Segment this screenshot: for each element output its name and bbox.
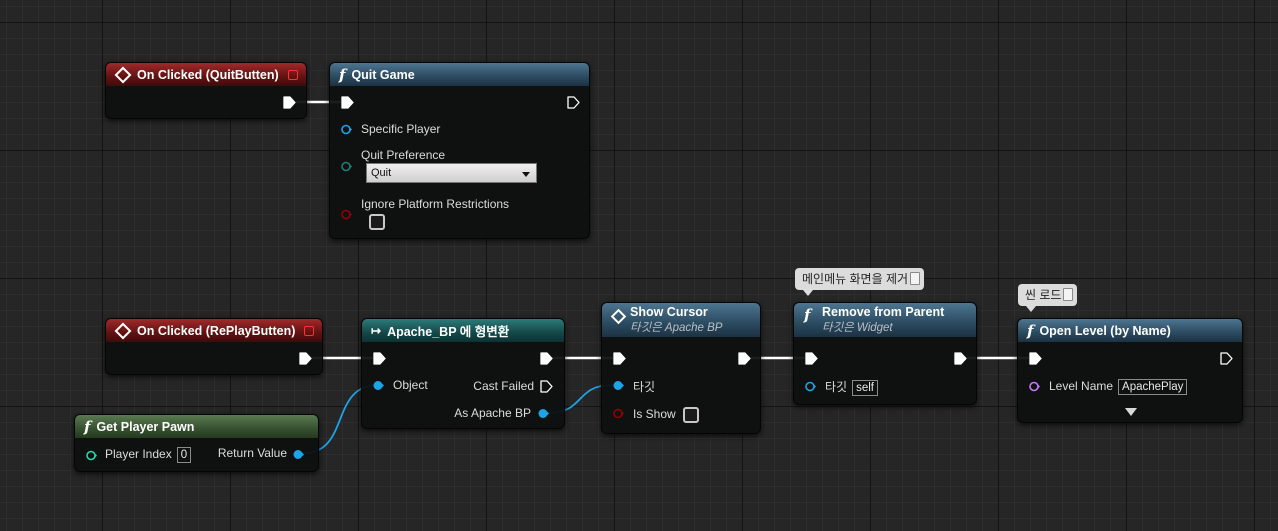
function-node-show-cursor[interactable]: Show Cursor 타깃은 Apache BP 타깃 Is Show bbox=[601, 302, 761, 434]
function-icon: f bbox=[1027, 321, 1034, 340]
node-header: Show Cursor 타깃은 Apache BP bbox=[602, 303, 760, 337]
exec-out-pin-cast-failed[interactable] bbox=[540, 380, 553, 393]
level-name-input[interactable]: ApachePlay bbox=[1118, 379, 1188, 395]
node-title: Get Player Pawn bbox=[96, 419, 195, 434]
exec-out-pin[interactable] bbox=[954, 352, 967, 365]
node-header: On Clicked (RePlayButten) bbox=[106, 319, 322, 342]
exec-out-pin[interactable] bbox=[283, 96, 296, 109]
bool-pin-ignore-platform[interactable] bbox=[341, 209, 352, 220]
bool-pin-is-show[interactable] bbox=[613, 408, 624, 419]
object-pin-specific-player[interactable] bbox=[341, 124, 352, 135]
node-subtitle: 타깃은 Apache BP bbox=[630, 322, 723, 334]
node-title: On Clicked (RePlayButten) bbox=[137, 323, 296, 338]
exec-out-pin[interactable] bbox=[299, 352, 312, 365]
node-title: Open Level (by Name) bbox=[1039, 323, 1171, 338]
comment-text: 씬 로드 bbox=[1025, 288, 1062, 302]
node-header: f Remove from Parent 타깃은 Widget bbox=[794, 303, 976, 337]
node-header: f Get Player Pawn bbox=[75, 415, 318, 438]
delegate-square-icon[interactable] bbox=[288, 70, 298, 80]
enum-pin-quit-preference[interactable] bbox=[341, 161, 352, 172]
pin-label-cast-failed: Cast Failed bbox=[473, 379, 534, 393]
object-pin-target[interactable] bbox=[805, 381, 816, 392]
pin-icon[interactable] bbox=[1063, 288, 1074, 301]
exec-out-pin[interactable] bbox=[1220, 352, 1233, 365]
node-title: Quit Game bbox=[351, 67, 415, 82]
exec-in-pin[interactable] bbox=[341, 96, 354, 109]
ignore-platform-checkbox[interactable] bbox=[369, 214, 385, 230]
node-title: Show Cursor bbox=[630, 305, 708, 319]
node-header: f Quit Game bbox=[330, 63, 589, 86]
pin-label-ignore-platform: Ignore Platform Restrictions bbox=[361, 197, 510, 211]
exec-in-pin[interactable] bbox=[613, 352, 626, 365]
function-icon: f bbox=[804, 306, 811, 324]
node-title: Remove from Parent bbox=[822, 305, 945, 319]
exec-out-pin[interactable] bbox=[540, 352, 553, 365]
node-title: On Clicked (QuitButten) bbox=[137, 67, 279, 82]
function-node-open-level[interactable]: f Open Level (by Name) Level Name ApacheP… bbox=[1017, 318, 1243, 423]
pin-label-text: Player Index bbox=[105, 447, 172, 461]
exec-out-pin[interactable] bbox=[738, 352, 751, 365]
pin-label-is-show: Is Show bbox=[633, 407, 676, 421]
bubble-tail bbox=[1026, 306, 1036, 312]
node-header: f Open Level (by Name) bbox=[1018, 319, 1242, 342]
pin-label-target: 타깃 bbox=[633, 380, 656, 394]
pin-label-target: 타깃 self bbox=[825, 378, 878, 396]
object-pin-object[interactable] bbox=[373, 380, 384, 391]
event-diamond-icon bbox=[114, 322, 132, 339]
advanced-pins-expand-icon[interactable] bbox=[1125, 408, 1137, 416]
is-show-checkbox[interactable] bbox=[683, 407, 699, 423]
comment-bubble-open-level[interactable]: 씬 로드 bbox=[1018, 284, 1078, 312]
quit-preference-dropdown[interactable]: Quit bbox=[366, 163, 537, 183]
pin-label-quit-preference: Quit Preference bbox=[361, 148, 446, 162]
dropdown-value: Quit bbox=[371, 167, 392, 179]
function-node-get-player-pawn[interactable]: f Get Player Pawn Player Index 0 Return V… bbox=[74, 414, 319, 472]
node-header: On Clicked (QuitButten) bbox=[106, 63, 306, 86]
player-index-input[interactable]: 0 bbox=[176, 447, 192, 463]
target-self-literal[interactable]: self bbox=[852, 380, 878, 396]
function-node-quit-game[interactable]: f Quit Game Specific Player Quit Prefere… bbox=[329, 62, 590, 239]
comment-bubble-remove[interactable]: 메인메뉴 화면을 제거 bbox=[795, 268, 925, 296]
pin-label-level-name: Level Name ApachePlay bbox=[1049, 379, 1188, 395]
cast-arrow-icon: ↦ bbox=[371, 323, 382, 338]
bubble-tail bbox=[803, 290, 813, 296]
cast-node-apache-bp[interactable]: ↦ Apache_BP 에 형변환 Object Cast Failed As … bbox=[361, 318, 565, 429]
pin-label-specific-player: Specific Player bbox=[361, 122, 441, 136]
event-diamond-icon bbox=[114, 66, 132, 83]
function-icon: f bbox=[84, 417, 91, 436]
comment-text: 메인메뉴 화면을 제거 bbox=[802, 272, 909, 286]
chevron-down-icon bbox=[522, 172, 530, 177]
function-node-remove-from-parent[interactable]: f Remove from Parent 타깃은 Widget 타깃 self bbox=[793, 302, 977, 405]
pin-label-object: Object bbox=[393, 378, 428, 392]
event-diamond-icon bbox=[610, 308, 627, 326]
exec-in-pin[interactable] bbox=[1029, 352, 1042, 365]
exec-out-pin[interactable] bbox=[567, 96, 580, 109]
object-pin-as-apache-bp[interactable] bbox=[538, 408, 549, 419]
exec-in-pin[interactable] bbox=[805, 352, 818, 365]
event-node-quit-button[interactable]: On Clicked (QuitButten) bbox=[105, 62, 307, 119]
event-node-replay-button[interactable]: On Clicked (RePlayButten) bbox=[105, 318, 323, 375]
exec-in-pin[interactable] bbox=[373, 352, 386, 365]
node-subtitle: 타깃은 Widget bbox=[822, 322, 893, 334]
pin-label-player-index: Player Index 0 bbox=[105, 447, 192, 463]
delegate-square-icon[interactable] bbox=[304, 326, 314, 336]
pin-label-text: Level Name bbox=[1049, 379, 1114, 393]
object-pin-return-value[interactable] bbox=[293, 449, 304, 460]
object-pin-target[interactable] bbox=[613, 380, 624, 391]
pin-label-return-value: Return Value bbox=[217, 446, 287, 460]
int-pin-player-index[interactable] bbox=[86, 450, 97, 461]
node-title: Apache_BP 에 형변환 bbox=[387, 325, 510, 339]
node-header: ↦ Apache_BP 에 형변환 bbox=[362, 319, 564, 342]
pin-label-as-apache-bp: As Apache BP bbox=[454, 406, 531, 420]
function-icon: f bbox=[339, 65, 346, 84]
pin-label-text: 타깃 bbox=[825, 380, 848, 394]
pin-icon[interactable] bbox=[910, 272, 921, 285]
name-pin-level-name[interactable] bbox=[1029, 381, 1040, 392]
